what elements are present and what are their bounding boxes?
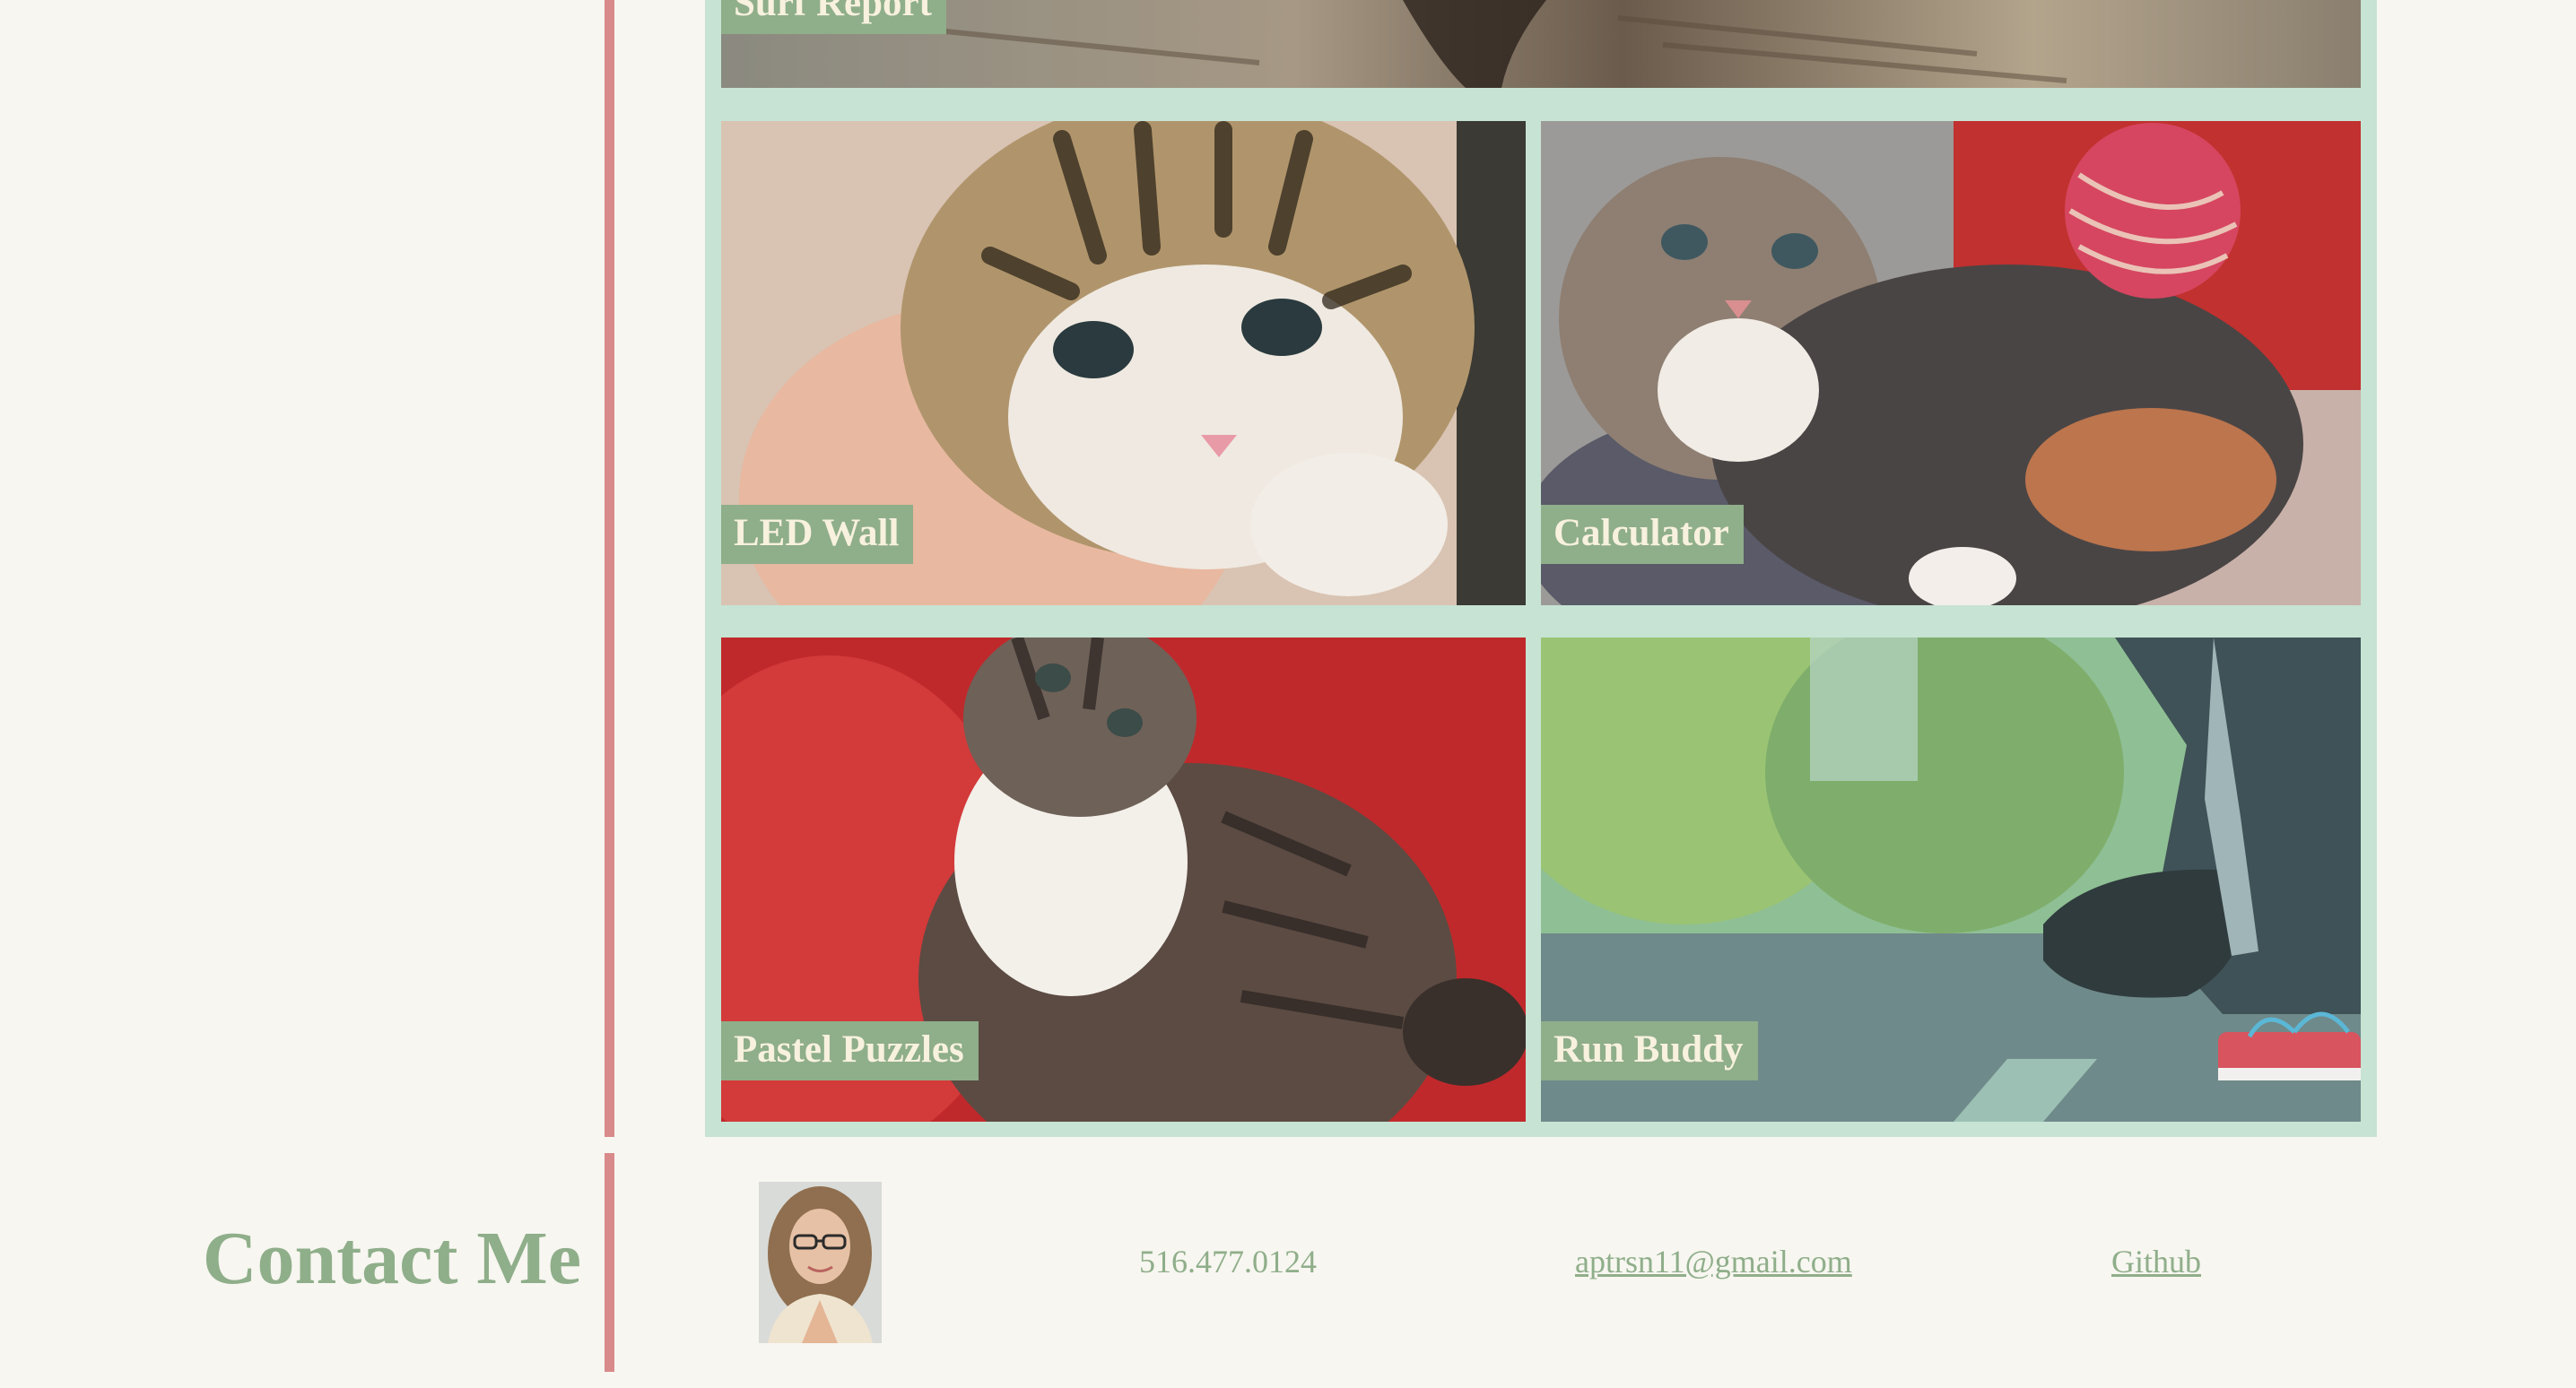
section-divider-contact	[605, 1153, 614, 1372]
projects-gallery: Surf Report LED Wall Calculator Pastel P…	[705, 0, 2377, 1137]
contact-heading: Contact Me	[202, 1217, 581, 1300]
profile-photo	[759, 1182, 882, 1343]
project-card-run-buddy[interactable]: Run Buddy	[1541, 638, 2361, 1122]
project-card-label: Run Buddy	[1541, 1021, 1758, 1080]
project-card-calculator[interactable]: Calculator	[1541, 121, 2361, 605]
section-divider-projects	[605, 0, 614, 1137]
phone-number: 516.477.0124	[1139, 1244, 1317, 1280]
project-card-label: LED Wall	[721, 505, 914, 564]
project-card-led-wall[interactable]: LED Wall	[721, 121, 1526, 605]
avatar	[759, 1182, 882, 1343]
project-card-surf-report[interactable]: Surf Report	[721, 0, 2361, 88]
tabby-cat-photo	[721, 0, 2361, 88]
project-card-label: Surf Report	[721, 0, 946, 34]
project-card-label: Pastel Puzzles	[721, 1021, 979, 1080]
github-link[interactable]: Github	[2111, 1243, 2201, 1280]
project-card-pastel-puzzles[interactable]: Pastel Puzzles	[721, 638, 1526, 1122]
project-card-label: Calculator	[1541, 505, 1744, 564]
email-link[interactable]: aptrsn11@gmail.com	[1575, 1243, 1852, 1280]
